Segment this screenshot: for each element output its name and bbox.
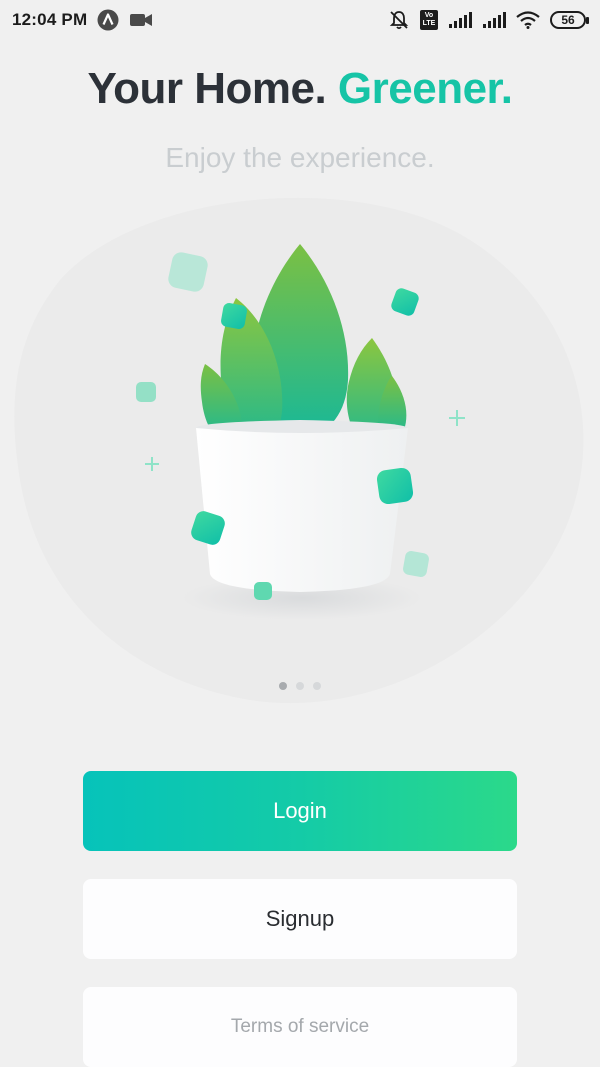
volte-bottom-text: LTE — [422, 20, 436, 27]
page-indicator-dot-active[interactable] — [279, 682, 287, 690]
battery-icon: 56 — [550, 11, 589, 29]
status-bar-right: Vo LTE 56 — [388, 9, 589, 31]
video-camera-icon — [129, 12, 153, 28]
plant-illustration — [0, 180, 600, 720]
signup-button[interactable]: Signup — [83, 879, 517, 959]
page-indicator-dot[interactable] — [296, 682, 304, 690]
status-bar: 12:04 PM Vo LTE 56 — [0, 0, 600, 40]
login-button[interactable]: Login — [83, 771, 517, 851]
volte-icon: Vo LTE — [420, 10, 438, 30]
signal-icon — [482, 11, 506, 29]
page-title: Your Home. Greener. — [0, 64, 600, 114]
notifications-muted-icon — [388, 9, 410, 31]
title-part1: Your Home. — [87, 64, 327, 113]
terms-of-service-button[interactable]: Terms of service — [83, 987, 517, 1067]
plant-icon — [14, 197, 584, 704]
page-subtitle: Enjoy the experience. — [165, 142, 435, 173]
wifi-icon — [516, 11, 540, 29]
volte-top-text: Vo — [424, 12, 434, 19]
page-indicator-dot[interactable] — [313, 682, 321, 690]
page-indicator — [0, 682, 600, 690]
title-part2: Greener. — [337, 64, 513, 113]
status-bar-left: 12:04 PM — [12, 9, 153, 31]
status-time: 12:04 PM — [12, 10, 88, 29]
app-logo-icon — [97, 9, 119, 31]
signal-icon — [448, 11, 472, 29]
